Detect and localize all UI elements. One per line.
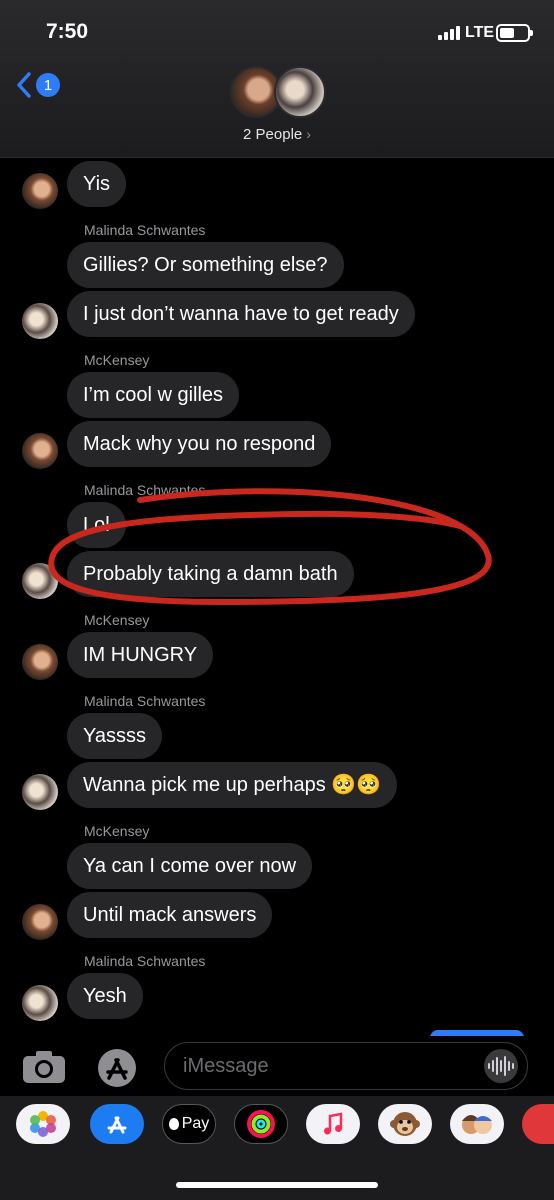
home-indicator bbox=[176, 1182, 378, 1188]
message-bubble[interactable]: Wanna pick me up perhaps 🥺🥺 bbox=[67, 762, 398, 808]
avatar bbox=[22, 985, 58, 1021]
message-bubble[interactable]: Yis bbox=[67, 161, 127, 207]
camera-icon[interactable] bbox=[22, 1050, 66, 1084]
app-store-icon[interactable] bbox=[90, 1104, 144, 1144]
message-bubble[interactable]: I just don’t wanna have to get ready bbox=[67, 291, 415, 337]
chevron-left-icon bbox=[17, 72, 31, 98]
app-drawer: Pay bbox=[0, 1096, 554, 1200]
more-apps-icon[interactable] bbox=[522, 1104, 554, 1144]
message-bubble[interactable]: Mack why you no respond bbox=[67, 421, 332, 467]
message-bubble[interactable]: Until mack answers bbox=[67, 892, 273, 938]
message-bubble[interactable]: Yesh bbox=[67, 973, 143, 1019]
avatar bbox=[22, 173, 58, 209]
network-type: LTE bbox=[465, 24, 495, 41]
music-note-icon bbox=[324, 1112, 343, 1135]
app-store-icon[interactable] bbox=[94, 1048, 140, 1088]
monkey-face-icon bbox=[390, 1112, 420, 1136]
photos-flower-icon bbox=[30, 1111, 56, 1137]
status-time: 7:50 bbox=[46, 20, 89, 43]
sender-name: Malinda Schwantes bbox=[84, 222, 206, 238]
message-bubble[interactable]: Ya can I come over now bbox=[67, 843, 313, 889]
activity-icon[interactable] bbox=[234, 1104, 288, 1144]
group-title: 2 People bbox=[243, 126, 303, 143]
sender-name: Malinda Schwantes bbox=[84, 953, 206, 969]
apple-pay-label: Pay bbox=[181, 1115, 210, 1132]
unread-badge: 1 bbox=[36, 73, 60, 97]
message-bubble[interactable]: Probably taking a damn bath bbox=[67, 551, 354, 597]
photos-icon[interactable] bbox=[16, 1104, 70, 1144]
avatar bbox=[22, 774, 58, 810]
message-bubble[interactable]: IM HUNGRY bbox=[67, 632, 214, 678]
sender-name: Malinda Schwantes bbox=[84, 482, 206, 498]
memoji-icon[interactable] bbox=[450, 1104, 504, 1144]
avatar bbox=[22, 433, 58, 469]
sender-name: McKensey bbox=[84, 612, 150, 628]
compose-bar bbox=[0, 1036, 554, 1096]
sender-name: Malinda Schwantes bbox=[84, 693, 206, 709]
apple-logo-icon bbox=[168, 1118, 179, 1130]
memoji-faces-icon bbox=[462, 1115, 492, 1134]
message-bubble[interactable]: Gillies? Or something else? bbox=[67, 242, 344, 288]
activity-rings-icon bbox=[247, 1110, 275, 1138]
avatar bbox=[22, 303, 58, 339]
group-details-button[interactable]: 2 People › bbox=[0, 126, 554, 143]
app-store-glyph-icon bbox=[107, 1116, 127, 1134]
cellular-signal-icon bbox=[438, 26, 460, 40]
back-button[interactable]: 1 bbox=[16, 72, 60, 98]
conversation-header: 7:50 LTE 1 2 People › bbox=[0, 0, 554, 158]
sender-name: McKensey bbox=[84, 823, 150, 839]
message-bubble[interactable]: Yassss bbox=[67, 713, 162, 759]
message-bubble[interactable]: Lol bbox=[67, 502, 126, 548]
music-icon[interactable] bbox=[306, 1104, 360, 1144]
avatar bbox=[22, 904, 58, 940]
avatar bbox=[22, 563, 58, 599]
battery-icon bbox=[496, 24, 533, 42]
message-bubble[interactable]: I’m cool w gilles bbox=[67, 372, 240, 418]
monkey-memoji-icon[interactable] bbox=[378, 1104, 432, 1144]
apple-pay-icon[interactable]: Pay bbox=[162, 1104, 216, 1144]
avatar bbox=[274, 66, 326, 118]
sender-name: McKensey bbox=[84, 352, 150, 368]
avatar bbox=[22, 644, 58, 680]
chevron-right-icon: › bbox=[306, 126, 311, 142]
message-input[interactable] bbox=[164, 1042, 528, 1090]
audio-message-button[interactable] bbox=[484, 1049, 518, 1083]
group-avatars[interactable] bbox=[230, 64, 326, 120]
